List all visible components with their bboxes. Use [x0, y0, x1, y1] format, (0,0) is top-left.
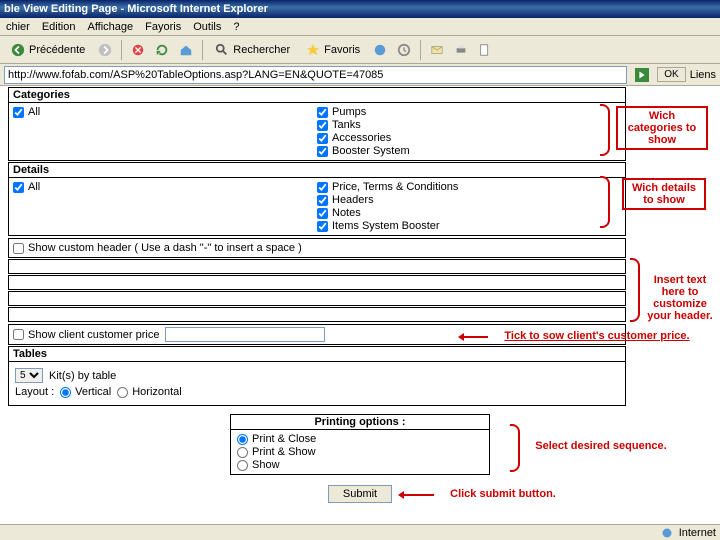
mail-icon [430, 43, 444, 57]
brace-categories [600, 104, 610, 156]
categories-body: All Pumps Tanks Accessories Booster Syst… [8, 103, 626, 161]
media-icon [373, 43, 387, 57]
print-icon [454, 43, 468, 57]
price-input[interactable] [165, 327, 325, 342]
arrow-submit [400, 494, 434, 496]
callout-categories: Wich categories to show [616, 106, 708, 150]
det-item[interactable]: Items System Booster [317, 220, 621, 232]
history-button[interactable] [393, 39, 415, 61]
header-line-4[interactable] [8, 307, 626, 322]
print-button[interactable] [450, 39, 472, 61]
det-item[interactable]: Headers [317, 194, 621, 206]
header-line-3[interactable] [8, 291, 626, 306]
favorites-button[interactable]: Favoris [299, 39, 367, 61]
address-input[interactable]: http://www.fofab.com/ASP%20TableOptions.… [4, 66, 627, 84]
forward-icon [98, 43, 112, 57]
search-icon [215, 43, 229, 57]
det-item[interactable]: Price, Terms & Conditions [317, 181, 621, 193]
custom-header-check[interactable]: Show custom header ( Use a dash "-" to i… [13, 242, 621, 254]
refresh-button[interactable] [151, 39, 173, 61]
details-header: Details [8, 162, 626, 178]
menu-view[interactable]: Affichage [87, 21, 133, 33]
tables-body: 5 Kit(s) by table Layout : Vertical Hori… [8, 362, 626, 406]
address-bar: http://www.fofab.com/ASP%20TableOptions.… [0, 64, 720, 86]
page-content: Categories All Pumps Tanks Accessories B… [0, 86, 720, 524]
toolbar: Précédente Rechercher Favoris [0, 36, 720, 64]
home-icon [179, 43, 193, 57]
brace-sequence [510, 424, 520, 472]
edit-button[interactable] [474, 39, 496, 61]
media-button[interactable] [369, 39, 391, 61]
ok-button[interactable]: OK [657, 67, 685, 82]
print-options: Printing options : Print & Close Print &… [230, 414, 490, 475]
cat-item[interactable]: Accessories [317, 132, 621, 144]
callout-submit: Click submit button. [438, 486, 568, 502]
categories-header: Categories [8, 87, 626, 103]
menu-help[interactable]: ? [233, 21, 239, 33]
internet-zone-icon [661, 527, 673, 539]
details-all[interactable]: All [13, 181, 317, 193]
callout-details: Wich details to show [622, 178, 706, 210]
arrow-price [460, 336, 488, 338]
price-check[interactable]: Show client customer price [13, 329, 159, 341]
menu-tools[interactable]: Outils [193, 21, 221, 33]
brace-header [630, 258, 640, 322]
kits-label: Kit(s) by table [49, 370, 116, 382]
window-title: ble View Editing Page - Microsoft Intern… [4, 3, 268, 15]
go-button[interactable] [631, 64, 653, 86]
cat-item[interactable]: Tanks [317, 119, 621, 131]
forward-button[interactable] [94, 39, 116, 61]
go-icon [635, 68, 649, 82]
layout-vertical[interactable]: Vertical [60, 386, 111, 398]
links-label[interactable]: Liens [690, 69, 716, 81]
edit-icon [478, 43, 492, 57]
print-opt[interactable]: Print & Show [237, 446, 483, 458]
layout-horizontal[interactable]: Horizontal [117, 386, 182, 398]
mail-button[interactable] [426, 39, 448, 61]
det-item[interactable]: Notes [317, 207, 621, 219]
callout-price: Tick to sow client's customer price. [492, 328, 702, 344]
custom-header-row: Show custom header ( Use a dash "-" to i… [8, 238, 626, 258]
categories-all[interactable]: All [13, 106, 317, 118]
menu-favorites[interactable]: Fayoris [145, 21, 181, 33]
callout-header: Insert text here to customize your heade… [642, 272, 718, 324]
details-body: All Price, Terms & Conditions Headers No… [8, 178, 626, 236]
home-button[interactable] [175, 39, 197, 61]
star-icon [306, 43, 320, 57]
print-title: Printing options : [231, 415, 489, 430]
tables-header: Tables [8, 346, 626, 362]
stop-icon [131, 43, 145, 57]
brace-details [600, 176, 610, 228]
layout-label: Layout : [15, 386, 54, 398]
print-opt[interactable]: Show [237, 459, 483, 471]
cat-item[interactable]: Pumps [317, 106, 621, 118]
zone-label: Internet [679, 527, 716, 539]
submit-button[interactable]: Submit [328, 485, 392, 503]
menubar: chier Edition Affichage Fayoris Outils ? [0, 18, 720, 36]
header-line-2[interactable] [8, 275, 626, 290]
print-opt[interactable]: Print & Close [237, 433, 483, 445]
kits-select[interactable]: 5 [15, 368, 43, 383]
search-button[interactable]: Rechercher [208, 39, 297, 61]
stop-button[interactable] [127, 39, 149, 61]
header-inputs [8, 258, 626, 322]
cat-item[interactable]: Booster System [317, 145, 621, 157]
back-button[interactable]: Précédente [4, 39, 92, 61]
menu-file[interactable]: chier [6, 21, 30, 33]
callout-sequence: Select desired sequence. [526, 438, 676, 454]
history-icon [397, 43, 411, 57]
window-titlebar: ble View Editing Page - Microsoft Intern… [0, 0, 720, 18]
statusbar: Internet [0, 524, 720, 540]
back-icon [11, 43, 25, 57]
menu-edit[interactable]: Edition [42, 21, 76, 33]
refresh-icon [155, 43, 169, 57]
header-line-1[interactable] [8, 259, 626, 274]
